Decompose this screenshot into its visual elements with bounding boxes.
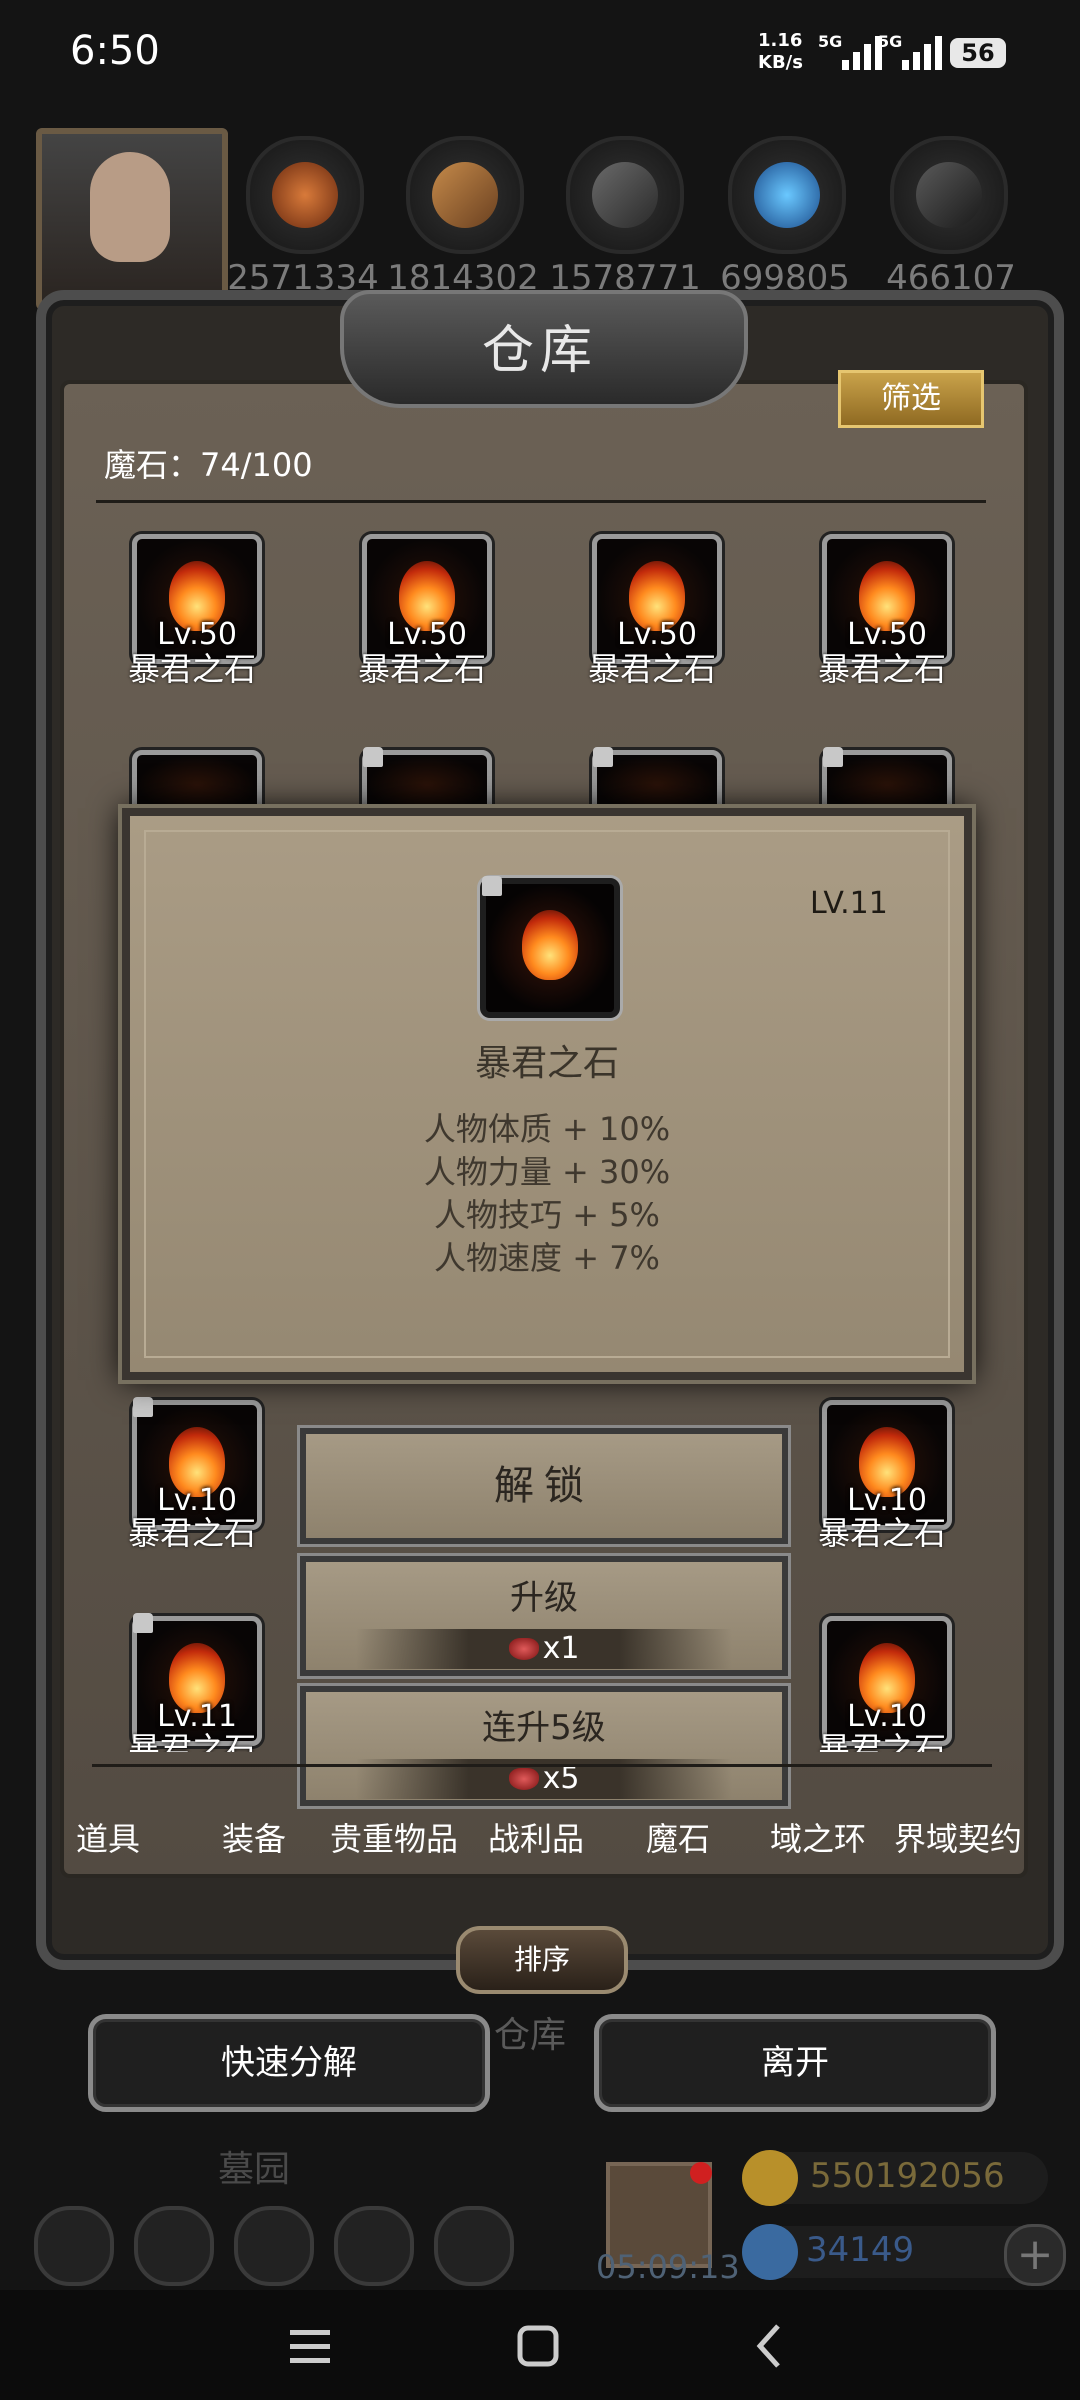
lock-icon [593, 747, 613, 767]
unlock-button[interactable]: 解锁 [300, 1428, 788, 1544]
tab-items[interactable]: 道具 [76, 1814, 140, 1860]
tab-magic-stones[interactable]: 魔石 [646, 1814, 710, 1860]
item-level: LV.11 [810, 886, 888, 921]
notification-dot [690, 2162, 712, 2184]
divider [96, 500, 986, 503]
gem-icon [508, 1768, 539, 1790]
player-avatar[interactable] [36, 128, 228, 310]
item-name: 暴君之石 [817, 650, 946, 688]
item-title: 暴君之石 [474, 1043, 619, 1084]
sort-button[interactable]: 排序 [456, 1926, 628, 1994]
mail-icon[interactable] [334, 2206, 414, 2286]
tab-realm-contracts[interactable]: 界域契约 [894, 1814, 1022, 1860]
guild-icon[interactable] [234, 2206, 314, 2286]
item-name: 暴君之石 [587, 650, 716, 688]
add-currency-button[interactable]: + [1004, 2224, 1066, 2286]
stat-line: 人物力量 + 30% [423, 1153, 671, 1191]
lock-icon [133, 1397, 153, 1417]
divider [92, 1764, 992, 1767]
meat-icon [246, 136, 364, 254]
flame-stone-icon [522, 910, 578, 980]
upgrade-cost: x1 [356, 1629, 732, 1669]
upgrade-five-label: 连升5级 [482, 1708, 606, 1748]
gem-icon [508, 1638, 539, 1660]
stat-line: 人物体质 + 10% [423, 1110, 671, 1148]
menu-icon[interactable] [280, 2318, 340, 2374]
stat-line: 人物速度 + 7% [434, 1239, 660, 1277]
lock-icon [823, 747, 843, 767]
tab-equipment[interactable]: 装备 [222, 1814, 286, 1860]
item-detail-popup: LV.11 暴君之石 人物体质 + 10% 人物力量 + 30% 人物技巧 + … [122, 808, 972, 1380]
crystal-icon [728, 136, 846, 254]
tab-loot[interactable]: 战利品 [488, 1814, 584, 1860]
capacity-label: 魔石：74/100 [104, 446, 313, 484]
signal-icon: 5G [818, 32, 882, 70]
item-name: 暴君之石 [357, 650, 486, 688]
gem-amount: 34149 [806, 2230, 915, 2270]
graveyard-label: 墓园 [218, 2149, 291, 2190]
battery-icon: 56 [950, 38, 1006, 68]
filter-button[interactable]: 筛选 [838, 370, 984, 428]
lock-icon [363, 747, 383, 767]
lock-icon [133, 1613, 153, 1633]
page-title: 仓库 [481, 321, 598, 381]
home-icon[interactable] [508, 2318, 568, 2374]
signal-icon-2: 5G [878, 32, 942, 70]
upgrade-five-button[interactable]: 连升5级 x5 [300, 1686, 788, 1806]
leave-button[interactable]: 离开 [594, 2014, 996, 2112]
stat-line: 人物技巧 + 5% [434, 1196, 660, 1234]
star-icon[interactable] [134, 2206, 214, 2286]
gift-timer: 05:09:13 [596, 2248, 740, 2286]
item-icon [480, 876, 620, 1018]
back-icon[interactable] [740, 2318, 800, 2374]
stone-icon [890, 136, 1008, 254]
quick-decompose-button[interactable]: 快速分解 [88, 2014, 490, 2112]
gold-amount: 550192056 [810, 2156, 1005, 2196]
status-bar: 6:50 1.16 KB/s 5G 5G 56 [0, 0, 1080, 110]
gold-icon [742, 2150, 798, 2206]
background-warehouse-label: 仓库 [494, 2015, 567, 2056]
item-name: 暴君之石 [817, 1514, 946, 1552]
upgrade-button[interactable]: 升级 x1 [300, 1556, 788, 1676]
item-stats: 人物体质 + 10% 人物力量 + 30% 人物技巧 + 5% 人物速度 + 7… [130, 1108, 964, 1280]
item-name: 暴君之石 [817, 1730, 946, 1752]
wood-icon [406, 136, 524, 254]
clock: 6:50 [70, 28, 160, 74]
item-name: 暴君之石 [127, 1730, 256, 1752]
network-speed: 1.16 KB/s [758, 30, 803, 73]
upgrade-label: 升级 [510, 1578, 578, 1618]
shield-icon[interactable] [434, 2206, 514, 2286]
item-name: 暴君之石 [127, 650, 256, 688]
tab-domain-rings[interactable]: 域之环 [770, 1814, 866, 1860]
tab-valuables[interactable]: 贵重物品 [330, 1814, 458, 1860]
item-name: 暴君之石 [127, 1514, 256, 1552]
diamond-icon [742, 2224, 798, 2280]
iron-icon [566, 136, 684, 254]
lock-icon [482, 876, 502, 896]
settings-icon[interactable] [34, 2206, 114, 2286]
